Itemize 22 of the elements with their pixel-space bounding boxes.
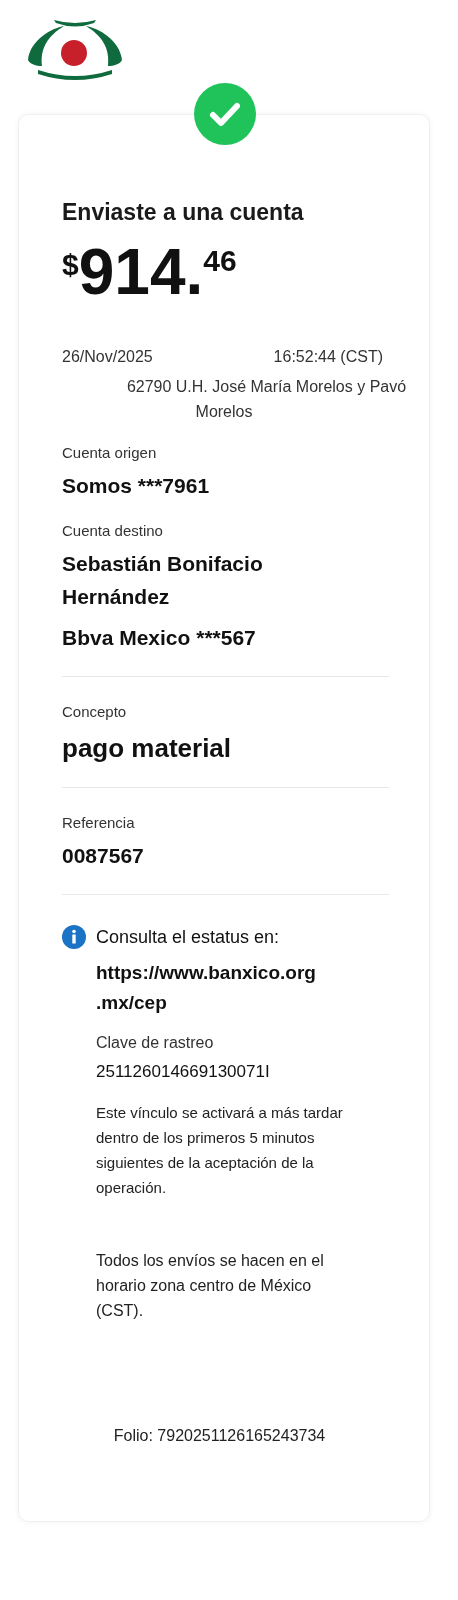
info-icon	[62, 925, 86, 949]
field-label: Cuenta origen	[62, 444, 158, 461]
tracking-value: 251126014669130071I	[96, 1062, 271, 1082]
field-label: Concepto	[62, 703, 128, 720]
date: 26/Nov/2025	[62, 348, 153, 366]
activation-note: Este vínculo se activará a más tardar dentro de los primeros 5 minutos siguientes de la aceptación de la operación.	[96, 1103, 344, 1198]
status-link[interactable]: https://www.banxico.org .mx/cep	[96, 958, 361, 1018]
title: Enviaste a una cuenta	[62, 199, 305, 226]
field-label: Cuenta destino	[62, 522, 164, 539]
address: 62790 U.H. José María Morelos y Pavó Morelos	[125, 377, 408, 422]
field-value: Sebastián Bonifacio Hernández	[62, 551, 264, 610]
field-value: 0087567	[62, 843, 145, 869]
check-icon	[194, 83, 256, 145]
timezone-note: Todos los envíos se hacen en el horario zona centro de México (CST).	[96, 1251, 325, 1321]
time: 16:52:44 (CST)	[273, 348, 383, 366]
tracking-label: Clave de rastreo	[96, 1034, 215, 1052]
field-value: pago material	[62, 732, 233, 765]
field-value: Somos ***7961	[62, 473, 211, 499]
field-value: Bbva Mexico ***567	[62, 625, 257, 651]
folio: Folio: 7920251126165243734	[112, 1427, 327, 1445]
info-text: Consulta el estatus en:	[96, 927, 281, 948]
field-label: Referencia	[62, 814, 136, 831]
